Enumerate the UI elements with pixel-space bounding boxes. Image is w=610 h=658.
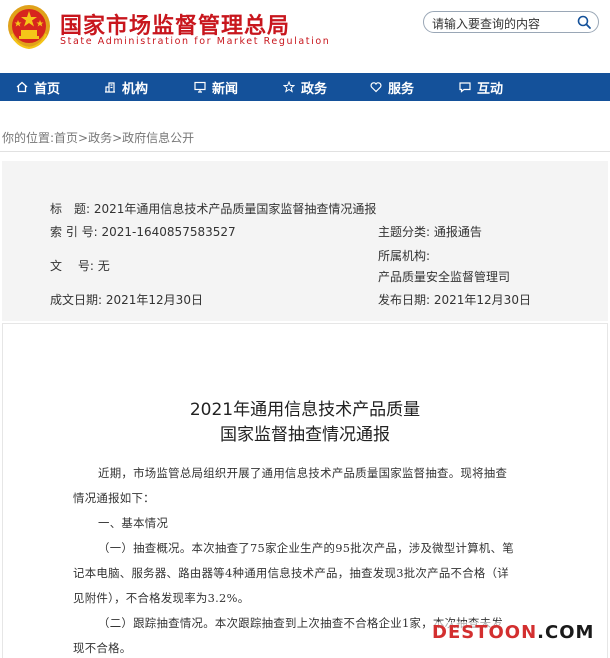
article-paragraph: 情况通报如下： [73,491,155,505]
info-title-value: 2021年通用信息技术产品质量国家监督抽查情况通报 [93,202,377,216]
info-published-label: 发布日期: [378,293,431,307]
site-header: 国家市场监督管理总局 State Administration for Mark… [0,0,610,60]
breadcrumb-divider [0,151,610,152]
nav-item-government-affairs[interactable]: 政务 [283,73,327,101]
nav-label-organization: 机构 [122,81,149,97]
computer-icon [194,81,206,93]
heart-icon [370,82,382,93]
chat-icon [459,82,471,93]
info-created-row: 成文日期: 2021年12月30日 [50,291,203,308]
nav-label-services: 服务 [388,81,415,97]
national-emblem-icon[interactable] [6,4,52,50]
info-category-row: 主题分类: 通报通告 [378,223,482,240]
info-org-label: 所属机构: [378,249,431,263]
site-name-en: State Administration for Market Regulati… [60,36,331,47]
article-title-line1: 2021年通用信息技术产品质量 [189,400,421,420]
nav-label-news: 新闻 [212,81,239,97]
main-nav: 首页 机构 新闻 政务 服务 互动 [0,73,610,101]
info-created-label: 成文日期: [50,293,103,307]
info-org-value: 产品质量安全监督管理司 [378,270,511,284]
article-paragraph: 见附件），不合格发现率为3.2%。 [73,591,250,605]
watermark-part1: DESTOON [432,622,538,643]
info-doc-label: 文 号: [50,259,94,273]
breadcrumb[interactable]: 你的位置:首页>政务>政府信息公开 [2,129,194,146]
info-doc-row: 文 号: 无 [50,257,110,274]
watermark: DESTOON.COM [432,622,602,648]
nav-label-interaction: 互动 [477,81,504,97]
info-title-label: 标 题: [50,202,91,216]
info-category-label: 主题分类: [378,225,431,239]
info-doc-value: 无 [97,259,110,273]
nav-item-home[interactable]: 首页 [16,73,60,101]
document-info-panel: 标 题: 2021年通用信息技术产品质量国家监督抽查情况通报 索 引 号: 20… [2,161,608,321]
info-index-label: 索 引 号: [50,225,98,239]
info-index-row: 索 引 号: 2021-1640857583527 [50,223,236,240]
article-section-heading: 一、基本情况 [98,516,169,530]
article-paragraph: 记本电脑、服务器、路由器等4种通用信息技术产品，抽查发现3批次产品不合格（详 [73,566,509,580]
article-paragraph: 近期，市场监管总局组织开展了通用信息技术产品质量国家监督抽查。现将抽查 [98,466,508,480]
nav-item-interaction[interactable]: 互动 [459,73,503,101]
search-icon[interactable] [576,14,592,30]
article-paragraph: （一）抽查概况。本次抽查了75家企业生产的95批次产品，涉及微型计算机、笔 [98,541,514,555]
info-created-value: 2021年12月30日 [105,293,203,307]
nav-item-news[interactable]: 新闻 [194,73,238,101]
info-title-row: 标 题: 2021年通用信息技术产品质量国家监督抽查情况通报 [50,200,376,217]
info-category-value: 通报通告 [433,225,482,239]
article-paragraph: 现不合格。 [73,641,132,655]
search-input[interactable]: 请输入要查询的内容 [432,15,540,32]
info-published-value: 2021年12月30日 [433,293,531,307]
nav-label-government-affairs: 政务 [301,81,328,97]
watermark-part2: .COM [537,622,595,643]
nav-label-home: 首页 [34,81,61,97]
nav-item-organization[interactable]: 机构 [104,73,148,101]
info-index-value: 2021-1640857583527 [101,225,236,239]
nav-item-services[interactable]: 服务 [370,73,414,101]
article-title-line2: 国家监督抽查情况通报 [220,425,390,445]
home-icon [16,81,28,93]
building-icon [105,82,115,93]
star-icon [283,81,295,93]
info-published-row: 发布日期: 2021年12月30日 [378,291,531,308]
page: 国家市场监督管理总局 State Administration for Mark… [0,0,610,658]
search-box[interactable]: 请输入要查询的内容 [423,11,599,33]
